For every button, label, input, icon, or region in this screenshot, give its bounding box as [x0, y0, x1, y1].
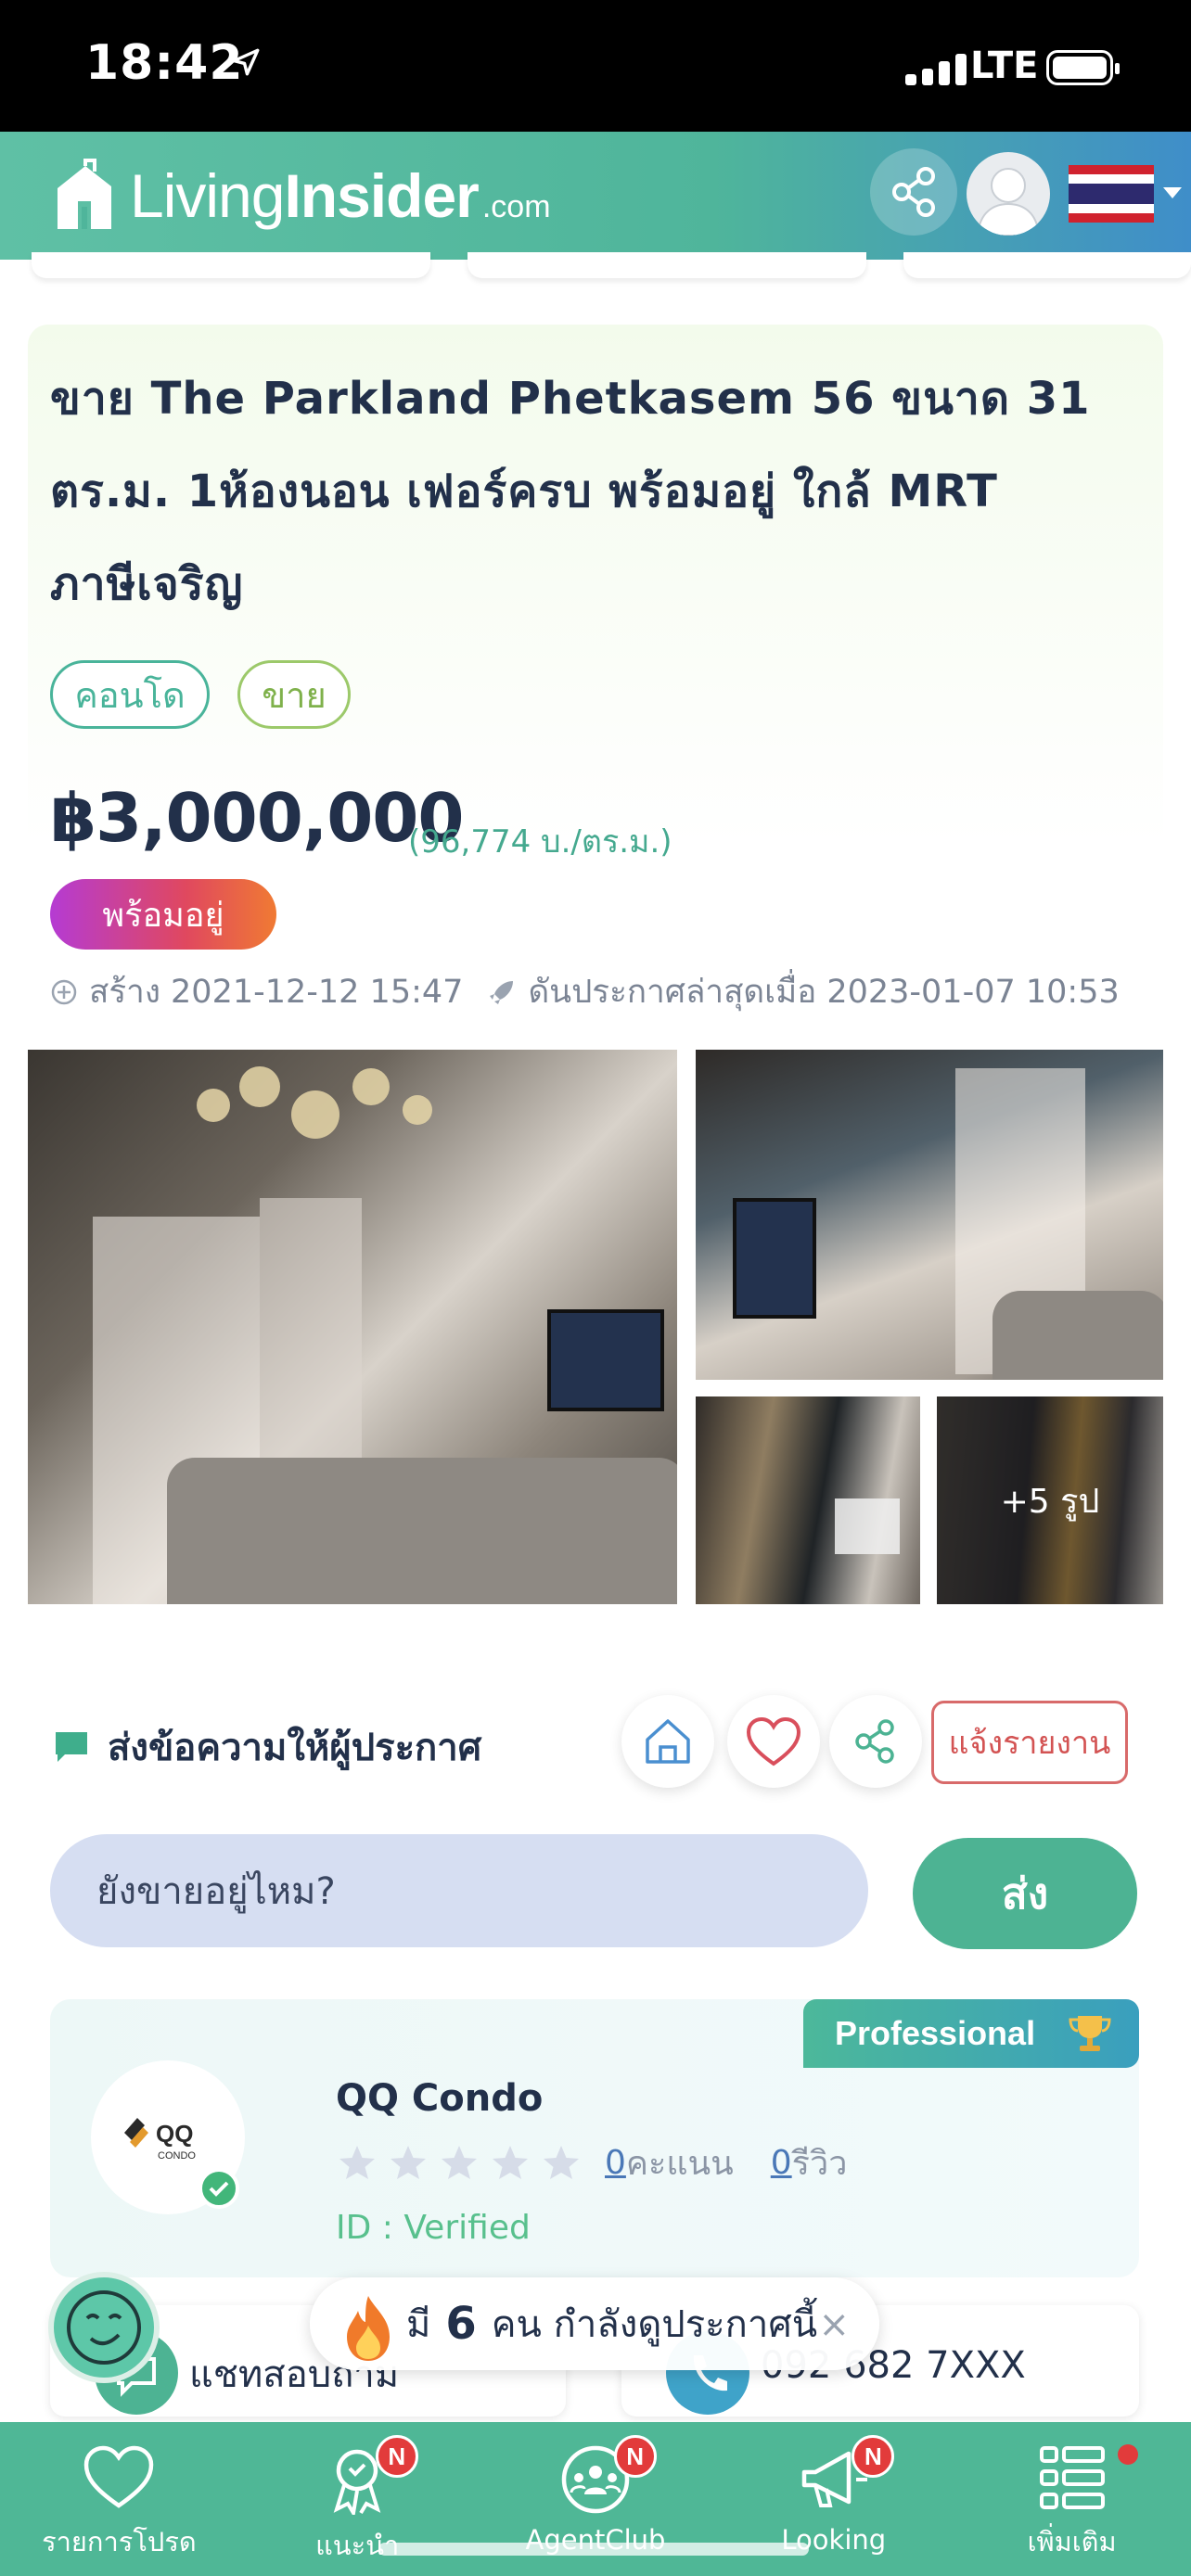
- status-time: 18:42: [85, 35, 244, 91]
- created-date: สร้าง 2021-12-12 15:47: [89, 974, 464, 1011]
- nav-more[interactable]: เพิ่มเติม: [953, 2422, 1191, 2576]
- agent-logo-subtext: CONDO: [158, 2150, 196, 2162]
- viewers-prefix: มี: [406, 2303, 431, 2346]
- viewers-suffix: คน กำลังดูประกาศนี้: [491, 2303, 818, 2346]
- listing-dates: สร้าง 2021-12-12 15:47 ดันประกาศล่าสุดเม…: [50, 966, 1120, 1017]
- network-type: LTE: [970, 45, 1039, 87]
- send-button[interactable]: ส่ง: [913, 1838, 1137, 1949]
- score-label: คะแนน: [625, 2145, 734, 2183]
- livinginsider-logo[interactable]: LivingInsider .com: [54, 156, 551, 236]
- message-section-title: ส่งข้อความให้ผู้ประกาศ: [52, 1717, 481, 1777]
- nav-notification-dot: [1118, 2444, 1139, 2465]
- language-caret-icon[interactable]: [1163, 187, 1182, 198]
- chandelier-decor: [197, 1066, 432, 1139]
- close-icon[interactable]: ×: [818, 2303, 850, 2346]
- list-grid-icon: [1039, 2446, 1105, 2509]
- nav-badge-new: N: [375, 2435, 418, 2478]
- share-button[interactable]: [829, 1695, 922, 1788]
- photo-door[interactable]: +5 รูป: [937, 1396, 1163, 1604]
- message-input[interactable]: [50, 1834, 868, 1947]
- listing-price: ฿3,000,000: [50, 779, 464, 857]
- logo-wordmark: LivingInsider: [130, 161, 480, 230]
- score-count[interactable]: 0: [605, 2144, 626, 2182]
- nav-badge-new: N: [613, 2435, 657, 2478]
- agent-rating: 0 คะแนน 0 รีวิว: [336, 2136, 847, 2189]
- nav-favorites[interactable]: รายการโปรด: [0, 2422, 238, 2576]
- home-button[interactable]: [621, 1695, 714, 1788]
- ready-to-move-badge: พร้อมอยู่: [50, 879, 276, 950]
- rating-stars-icon: [339, 2145, 579, 2179]
- tag-condo[interactable]: คอนโด: [50, 660, 210, 729]
- tag-sale[interactable]: ขาย: [237, 660, 351, 729]
- battery-icon: [1046, 50, 1120, 85]
- verified-check-icon: [198, 2168, 239, 2209]
- header-share-button[interactable]: [870, 148, 957, 236]
- fire-icon: [347, 2296, 390, 2361]
- user-avatar-button[interactable]: [967, 152, 1050, 236]
- home-icon: [646, 1719, 690, 1764]
- share-icon: [892, 167, 935, 217]
- nav-badge-new: N: [852, 2435, 895, 2478]
- more-photos-count[interactable]: +5 รูป: [937, 1396, 1163, 1604]
- user-avatar-icon: [976, 168, 1041, 236]
- heart-icon: [746, 1716, 801, 1766]
- app-header: LivingInsider .com: [0, 132, 1191, 260]
- thai-flag-icon[interactable]: [1069, 165, 1154, 223]
- created-clock-icon: [51, 979, 77, 1004]
- cellular-signal-icon: [905, 52, 976, 85]
- listing-title: ขาย The Parkland Phetkasem 56 ขนาด 31 ตร…: [50, 373, 1091, 610]
- favorite-button[interactable]: [727, 1695, 820, 1788]
- location-arrow-icon: [232, 48, 260, 76]
- review-label: รีวิว: [791, 2145, 848, 2183]
- price-per-area: (96,774 บ./ตร.ม.): [408, 823, 672, 861]
- heart-icon: [84, 2445, 154, 2508]
- current-viewers-banner: มี 6 คน กำลังดูประกาศนี้ ×: [310, 2277, 879, 2370]
- report-button[interactable]: แจ้งรายงาน: [931, 1701, 1128, 1784]
- smiley-face-icon: [67, 2290, 141, 2365]
- rocket-icon: [490, 980, 514, 1004]
- main-photo[interactable]: [28, 1050, 677, 1604]
- house-logo-icon: [58, 159, 111, 229]
- photo-bathroom[interactable]: [696, 1396, 920, 1604]
- review-count[interactable]: 0: [771, 2144, 792, 2182]
- viewers-count: 6: [445, 2298, 477, 2350]
- professional-badge: Professional: [803, 1999, 1139, 2068]
- agent-name[interactable]: QQ Condo: [336, 2077, 543, 2120]
- chat-bubble-icon: [56, 1732, 87, 1762]
- status-bar: 18:42 LTE: [0, 0, 1191, 132]
- qq-condo-logo-icon: QQ CONDO: [124, 2118, 196, 2162]
- share-icon: [855, 1719, 894, 1764]
- previous-cards-edge: [0, 252, 1191, 284]
- logo-suffix: .com: [481, 188, 551, 224]
- agent-id-status: ID : Verified: [336, 2209, 531, 2247]
- bumped-date: ดันประกาศล่าสุดเมื่อ 2023-01-07 10:53: [528, 974, 1120, 1011]
- photo-living-room[interactable]: [696, 1050, 1163, 1380]
- listing-card: ขาย The Parkland Phetkasem 56 ขนาด 31 ตร…: [28, 325, 1163, 1604]
- trophy-icon: [1069, 2016, 1111, 2051]
- home-indicator: [378, 2543, 809, 2556]
- agent-logo-text: QQ: [156, 2120, 193, 2148]
- feedback-face-button[interactable]: [48, 2272, 160, 2383]
